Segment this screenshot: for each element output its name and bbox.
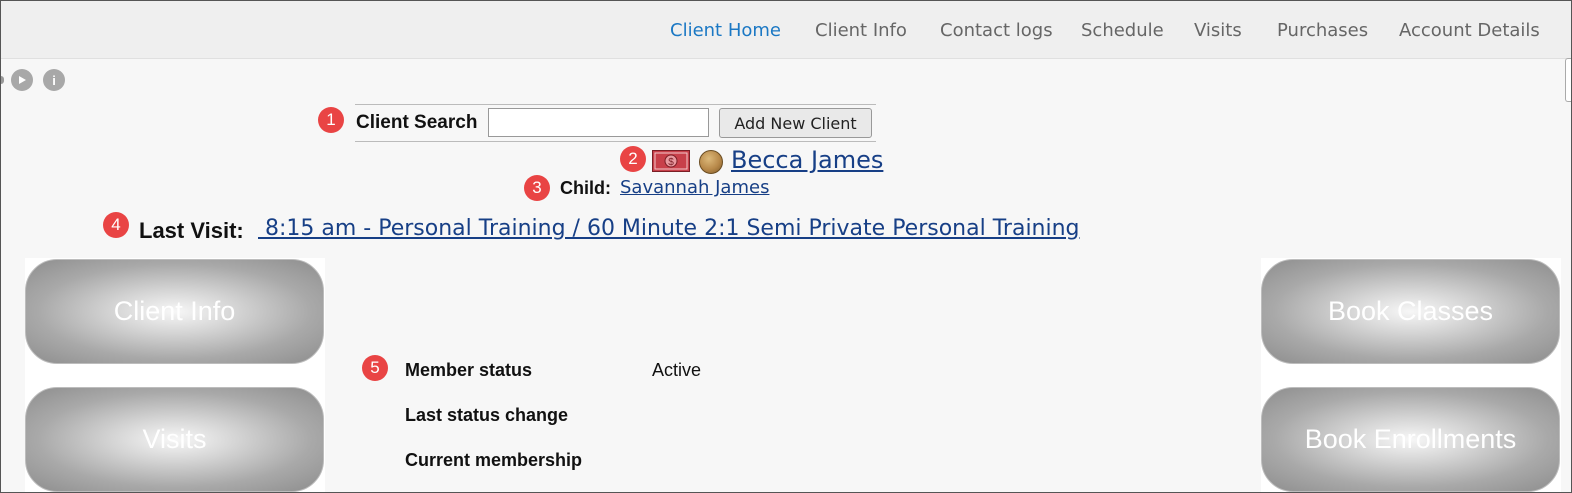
client-search-input[interactable] [488, 108, 709, 137]
play-icon[interactable] [11, 69, 33, 91]
callout-badge-2: 2 [620, 146, 646, 172]
tab-visits[interactable]: Visits [1194, 20, 1242, 41]
add-new-client-button[interactable]: Add New Client [719, 108, 872, 138]
member-status-value: Active [652, 360, 702, 380]
callout-badge-5: 5 [362, 355, 388, 381]
last-visit-link[interactable]: 8:15 am - Personal Training / 60 Minute … [258, 216, 1080, 241]
callout-badge-4: 4 [103, 212, 129, 238]
book-enrollments-button[interactable]: Book Enrollments [1261, 387, 1560, 492]
member-status-label: Member status [405, 360, 533, 380]
callout-badge-1: 1 [318, 107, 344, 133]
client-search-label: Client Search [356, 112, 478, 133]
tab-client-home[interactable]: Client Home [670, 20, 781, 41]
edge-handle [0, 76, 4, 84]
client-info-button[interactable]: Client Info [25, 259, 324, 364]
scrollbar-thumb[interactable] [1565, 58, 1572, 102]
top-navigation: Client Home Client Info Contact logs Sch… [0, 0, 1572, 59]
tab-contact-logs[interactable]: Contact logs [940, 20, 1053, 41]
tab-purchases[interactable]: Purchases [1277, 20, 1368, 41]
last-visit-label: Last Visit: [139, 218, 244, 243]
money-icon: $ [652, 150, 690, 172]
tab-schedule[interactable]: Schedule [1081, 20, 1164, 41]
child-label: Child: [560, 178, 611, 198]
visits-button[interactable]: Visits [25, 387, 324, 492]
book-classes-button[interactable]: Book Classes [1261, 259, 1560, 364]
tab-account-details[interactable]: Account Details [1399, 20, 1540, 41]
child-name-link[interactable]: Savannah James [620, 177, 769, 198]
tab-client-info[interactable]: Client Info [815, 20, 907, 41]
last-status-change-label: Last status change [405, 405, 569, 425]
coin-icon [699, 150, 723, 174]
current-membership-label: Current membership [405, 450, 583, 470]
callout-badge-3: 3 [524, 175, 550, 201]
client-name-link[interactable]: Becca James [731, 146, 883, 174]
svg-text:$: $ [668, 157, 674, 168]
info-icon[interactable]: i [43, 69, 65, 91]
